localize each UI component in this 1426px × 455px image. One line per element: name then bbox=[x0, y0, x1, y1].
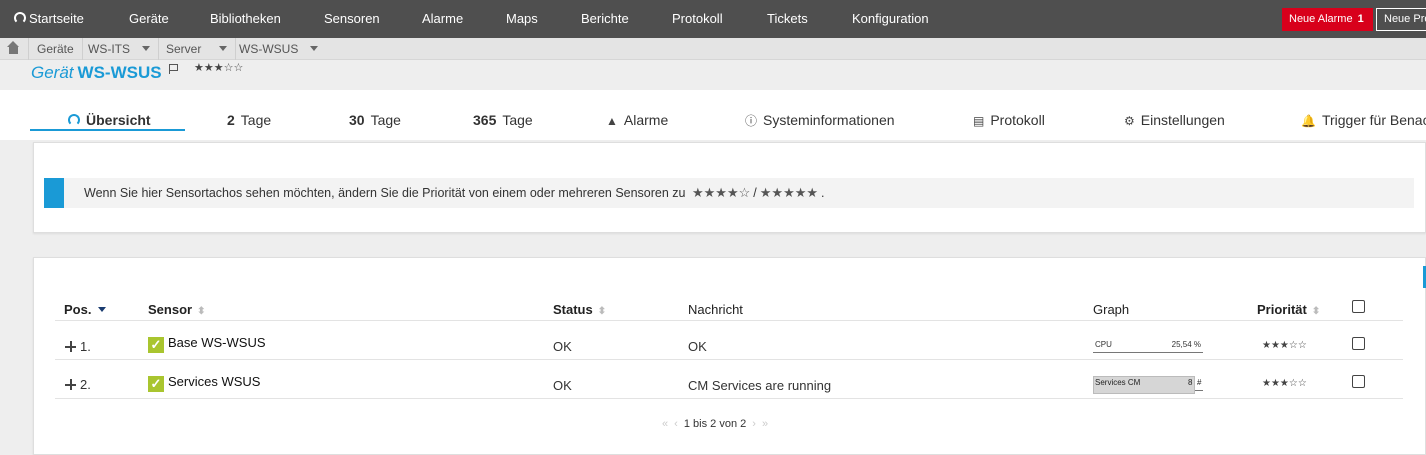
flag-icon[interactable] bbox=[169, 64, 178, 74]
top-nav: Startseite Geräte Bibliotheken Sensoren … bbox=[0, 0, 1426, 38]
list-icon: ▤ bbox=[973, 114, 985, 128]
title-bar: Gerät WS-WSUS ★★★☆☆ bbox=[0, 60, 1426, 90]
breadcrumb-device[interactable]: WS-WSUS bbox=[231, 38, 326, 60]
priority-stars[interactable]: ★★★☆☆ bbox=[1262, 378, 1307, 389]
mini-graph[interactable]: Services CM 8 # bbox=[1093, 376, 1203, 394]
pagination: «‹ 1 bis 2 von 2 ›» bbox=[662, 418, 769, 430]
breadcrumb: Geräte WS-ITS Server WS-WSUS bbox=[0, 38, 1426, 60]
bell-icon: 🔔 bbox=[1301, 114, 1316, 128]
table-row-pos: 1. bbox=[65, 339, 91, 354]
nav-libraries[interactable]: Bibliotheken bbox=[210, 0, 281, 38]
mini-graph[interactable]: CPU 25,54 % bbox=[1093, 337, 1203, 353]
status-ok-icon: ✓ bbox=[148, 337, 164, 353]
sensor-message: OK bbox=[688, 339, 707, 354]
row-checkbox[interactable] bbox=[1352, 375, 1365, 388]
first-page-icon[interactable]: « bbox=[662, 418, 668, 430]
breadcrumb-home[interactable] bbox=[0, 38, 29, 60]
warning-icon: ▲ bbox=[606, 114, 618, 128]
select-all-checkbox[interactable] bbox=[1352, 300, 1365, 313]
col-header-sensor[interactable]: Sensor ⬍ bbox=[148, 302, 205, 317]
breadcrumb-server[interactable]: Server bbox=[158, 38, 237, 60]
nav-tickets[interactable]: Tickets bbox=[767, 0, 808, 38]
tab-2-days[interactable]: 2 Tage bbox=[227, 110, 271, 130]
stars-4-icon: ★★★★☆ bbox=[692, 185, 751, 200]
new-alarms-button[interactable]: Neue Alarme 1 bbox=[1282, 8, 1373, 31]
gear-icon: ⚙ bbox=[1124, 114, 1135, 128]
chevron-down-icon[interactable] bbox=[142, 46, 150, 51]
nav-maps[interactable]: Maps bbox=[506, 0, 538, 38]
breadcrumb-devices[interactable]: Geräte bbox=[29, 38, 83, 60]
nav-alarms[interactable]: Alarme bbox=[422, 0, 463, 38]
nav-devices[interactable]: Geräte bbox=[129, 0, 169, 38]
col-header-message: Nachricht bbox=[688, 302, 743, 317]
last-page-icon[interactable]: » bbox=[762, 418, 768, 430]
row-divider bbox=[55, 398, 1403, 399]
tab-overview[interactable]: Übersicht bbox=[68, 110, 151, 130]
row-checkbox[interactable] bbox=[1352, 337, 1365, 350]
nav-reports[interactable]: Berichte bbox=[581, 0, 629, 38]
drag-handle-icon[interactable] bbox=[65, 341, 76, 352]
chevron-down-icon[interactable] bbox=[310, 46, 319, 51]
col-header-status[interactable]: Status ⬍ bbox=[553, 302, 606, 317]
tab-settings[interactable]: ⚙ Einstellungen bbox=[1124, 110, 1225, 130]
tab-triggers[interactable]: 🔔 Trigger für Benac bbox=[1301, 110, 1426, 130]
active-tab-indicator bbox=[30, 129, 185, 131]
priority-stars[interactable]: ★★★☆☆ bbox=[194, 61, 243, 74]
sensor-link[interactable]: ✓ Services WSUS bbox=[148, 374, 260, 392]
nav-home[interactable]: Startseite bbox=[14, 0, 84, 38]
status-ok-icon: ✓ bbox=[148, 376, 164, 392]
gauge-logo-icon bbox=[14, 12, 26, 24]
gauge-icon bbox=[68, 114, 80, 126]
nav-configuration[interactable]: Konfiguration bbox=[852, 0, 929, 38]
breadcrumb-group[interactable]: WS-ITS bbox=[80, 38, 159, 60]
nav-log[interactable]: Protokoll bbox=[672, 0, 723, 38]
table-row-pos: 2. bbox=[65, 377, 91, 392]
info-accent-bar bbox=[44, 178, 64, 208]
alarm-count-badge: 1 bbox=[1357, 13, 1364, 25]
priority-stars[interactable]: ★★★☆☆ bbox=[1262, 340, 1307, 351]
sensor-status: OK bbox=[553, 378, 572, 393]
sort-icon: ⬍ bbox=[1311, 306, 1321, 317]
sensor-link[interactable]: ✓ Base WS-WSUS bbox=[148, 335, 266, 353]
tab-log[interactable]: ▤ Protokoll bbox=[973, 110, 1045, 130]
col-header-priority[interactable]: Priorität ⬍ bbox=[1257, 302, 1320, 317]
page-title: Gerät WS-WSUS bbox=[31, 63, 162, 82]
home-icon bbox=[7, 41, 19, 54]
sensor-message: CM Services are running bbox=[688, 378, 832, 393]
col-header-graph: Graph bbox=[1093, 302, 1130, 317]
tab-bar: Übersicht 2 Tage 30 Tage 365 Tage ▲ Alarme ⓘ… bbox=[0, 90, 1426, 140]
sensor-status: OK bbox=[553, 339, 572, 354]
row-divider bbox=[55, 359, 1403, 360]
stars-5-icon: ★★★★★ bbox=[759, 185, 819, 200]
tab-alarms[interactable]: ▲ Alarme bbox=[606, 110, 668, 130]
drag-handle-icon[interactable] bbox=[65, 379, 76, 390]
sort-icon: ⬍ bbox=[197, 306, 206, 317]
sort-desc-icon bbox=[98, 307, 107, 312]
next-page-icon[interactable]: › bbox=[752, 418, 756, 430]
tab-365-days[interactable]: 365 Tage bbox=[473, 110, 533, 130]
info-message: Wenn Sie hier Sensortachos sehen möchten… bbox=[44, 178, 1414, 208]
tab-system-info[interactable]: ⓘ Systeminformationen bbox=[745, 110, 895, 130]
tab-30-days[interactable]: 30 Tage bbox=[349, 110, 401, 130]
info-icon: ⓘ bbox=[745, 114, 758, 128]
row-divider bbox=[55, 320, 1403, 321]
prev-page-icon[interactable]: ‹ bbox=[674, 418, 678, 430]
sort-icon: ⬍ bbox=[597, 306, 607, 317]
chevron-down-icon[interactable] bbox=[219, 46, 228, 51]
graph-baseline bbox=[1195, 390, 1203, 391]
new-priority-button[interactable]: Neue Pro bbox=[1376, 8, 1426, 31]
col-header-pos[interactable]: Pos. bbox=[64, 302, 107, 317]
nav-sensors[interactable]: Sensoren bbox=[324, 0, 380, 38]
